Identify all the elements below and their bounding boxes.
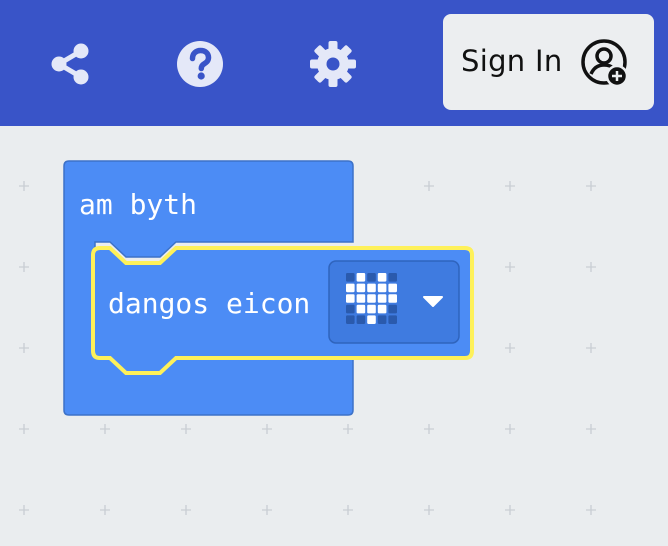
icon-picker-dropdown[interactable]	[329, 261, 459, 343]
show-icon-label: dangos eicon	[108, 287, 311, 320]
on-start-label: am byth	[79, 188, 198, 221]
